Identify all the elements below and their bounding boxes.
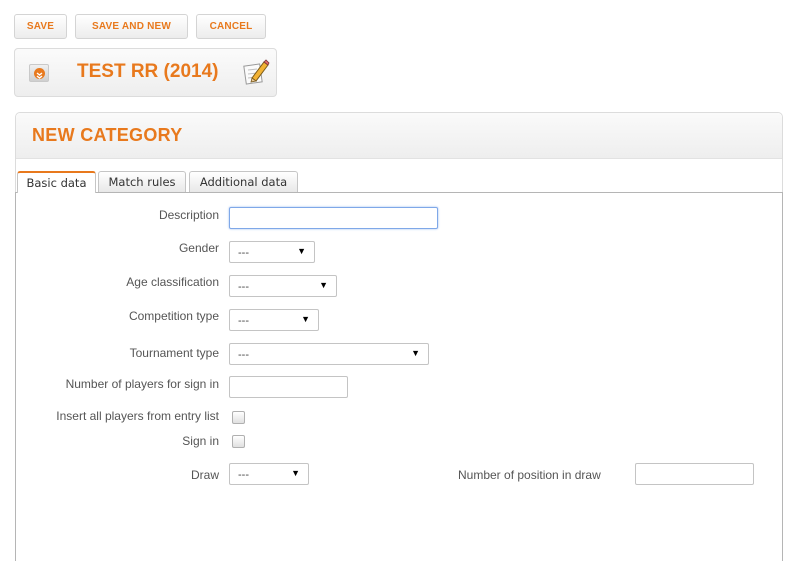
insert-all-players-label: Insert all players from entry list — [56, 409, 219, 423]
description-input[interactable] — [229, 207, 438, 229]
draw-select[interactable]: --- ▼ — [229, 463, 309, 485]
draw-label: Draw — [190, 468, 219, 482]
competition-type-label: Competition type — [128, 309, 219, 323]
tab-basic-data[interactable]: Basic data — [17, 171, 96, 193]
chevron-down-icon: ▼ — [319, 280, 328, 290]
tab-additional-data[interactable]: Additional data — [189, 171, 298, 192]
chevron-down-icon: ▼ — [291, 468, 300, 478]
competition-type-value: --- — [238, 315, 249, 327]
chevron-down-icon: ▼ — [301, 314, 310, 324]
description-label: Description — [158, 208, 219, 222]
age-classification-label: Age classification — [126, 275, 219, 289]
players-sign-in-label: Number of players for sign in — [65, 377, 219, 391]
save-button[interactable]: SAVE — [14, 14, 67, 39]
age-classification-value: --- — [238, 281, 249, 293]
tournament-title: TEST RR (2014) — [77, 61, 219, 82]
gender-value: --- — [238, 247, 249, 259]
chevron-down-icon: ▼ — [411, 348, 420, 358]
insert-all-players-checkbox[interactable] — [232, 411, 245, 424]
competition-type-select[interactable]: --- ▼ — [229, 309, 319, 331]
expand-icon[interactable] — [29, 64, 49, 82]
new-category-page: SAVE SAVE AND NEW CANCEL TEST RR (2014) — [0, 0, 788, 561]
tournament-type-select[interactable]: --- ▼ — [229, 343, 429, 365]
chevron-down-icon: ▼ — [297, 246, 306, 256]
sign-in-checkbox[interactable] — [232, 435, 245, 448]
tournament-header: TEST RR (2014) — [14, 48, 277, 97]
draw-value: --- — [238, 469, 249, 481]
tab-match-rules[interactable]: Match rules — [98, 171, 186, 192]
sign-in-label: Sign in — [182, 434, 219, 448]
cancel-button[interactable]: CANCEL — [196, 14, 266, 39]
age-classification-select[interactable]: --- ▼ — [229, 275, 337, 297]
save-and-new-button[interactable]: SAVE AND NEW — [75, 14, 188, 39]
gender-label: Gender — [178, 241, 219, 255]
players-sign-in-input[interactable] — [229, 376, 348, 398]
position-in-draw-input[interactable] — [635, 463, 754, 485]
tournament-type-label: Tournament type — [129, 346, 219, 360]
position-in-draw-label: Number of position in draw — [458, 468, 601, 482]
page-title: NEW CATEGORY — [32, 125, 183, 145]
tournament-type-value: --- — [238, 349, 249, 361]
pencil-edit-icon[interactable] — [242, 58, 270, 86]
panel-header: NEW CATEGORY — [16, 113, 782, 159]
gender-select[interactable]: --- ▼ — [229, 241, 315, 263]
